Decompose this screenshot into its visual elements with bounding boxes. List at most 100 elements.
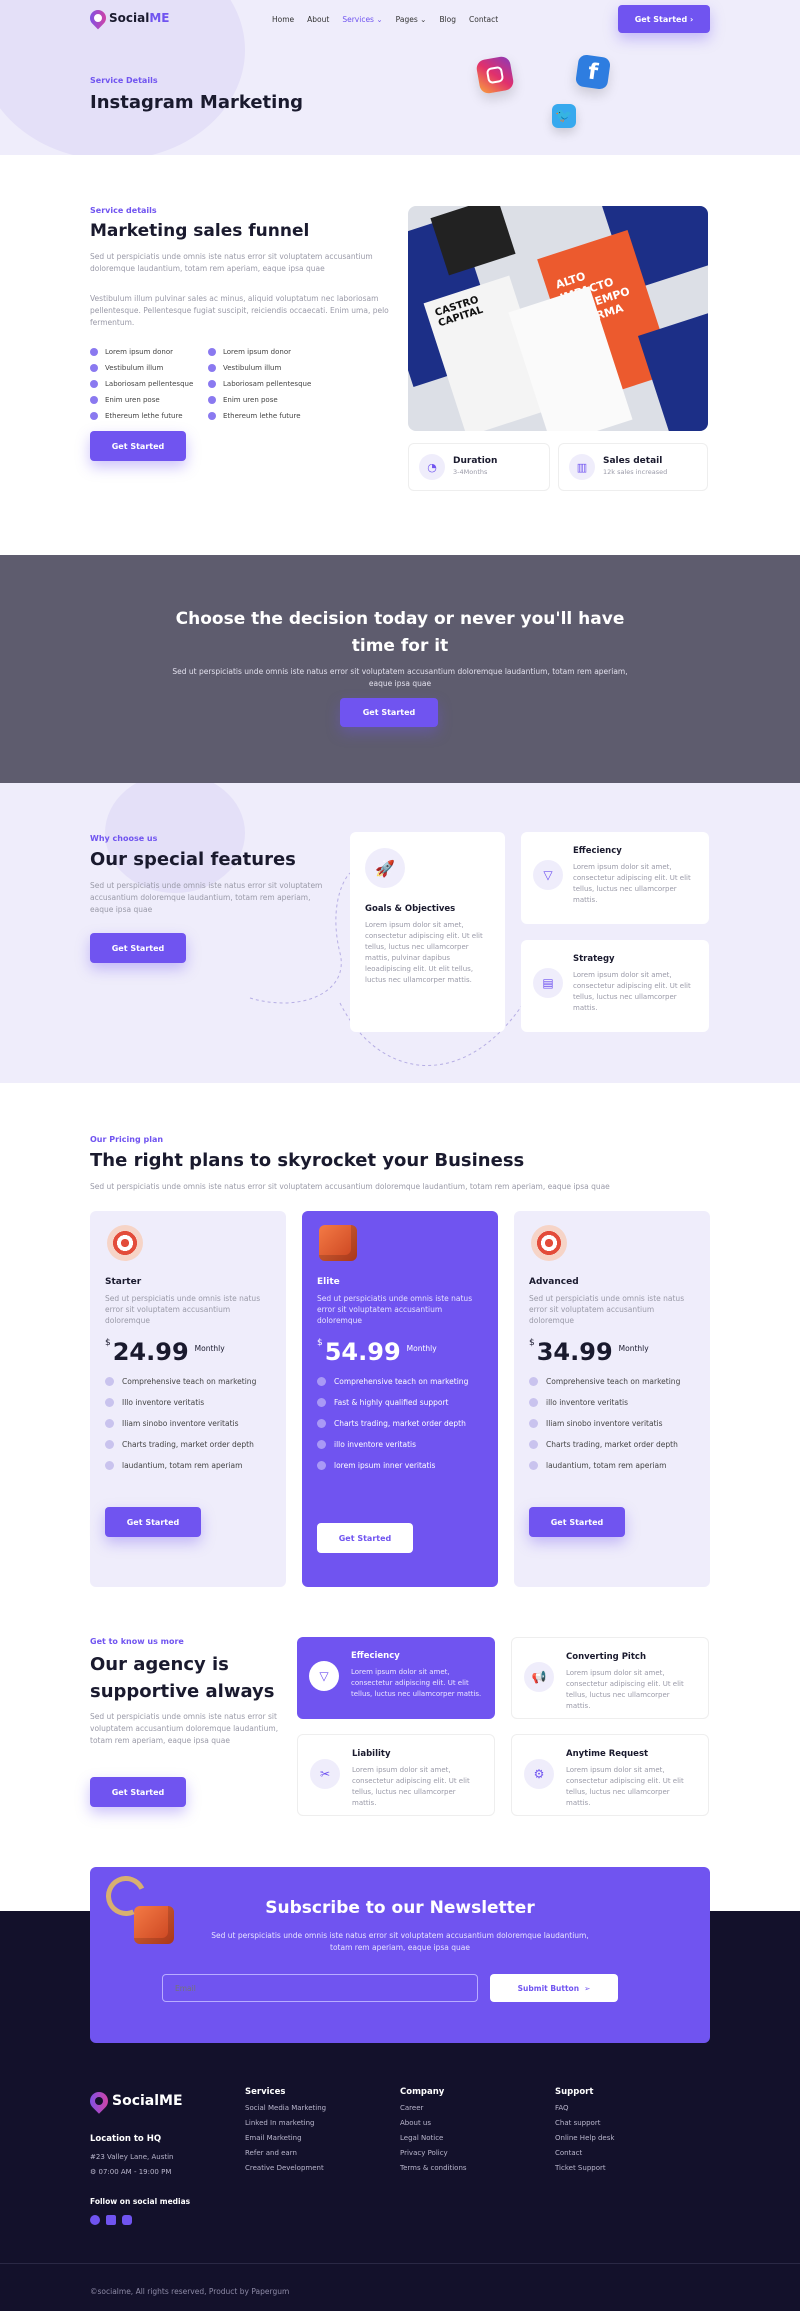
plan-get-started-button[interactable]: Get Started (105, 1507, 201, 1537)
plan-get-started-button[interactable]: Get Started (529, 1507, 625, 1537)
check-icon (90, 348, 98, 356)
footer-link[interactable]: Legal Notice (400, 2134, 467, 2142)
footer-link[interactable]: Creative Development (245, 2164, 326, 2172)
nav-services[interactable]: Services ⌄ (342, 15, 382, 24)
footer-link[interactable]: Refer and earn (245, 2149, 326, 2157)
check-icon (208, 396, 216, 404)
plan-feature-label: Charts trading, market order depth (334, 1419, 466, 1428)
sales-title: Sales detail (603, 456, 663, 466)
footer-link[interactable]: About us (400, 2119, 467, 2127)
list-item-label: Ethereum lethe future (223, 412, 301, 420)
plan-currency: $ (105, 1338, 111, 1348)
check-icon (317, 1419, 326, 1428)
footer-link[interactable]: Online Help desk (555, 2134, 614, 2142)
plan-get-started-button[interactable]: Get Started (317, 1523, 413, 1553)
footer-link[interactable]: Chat support (555, 2119, 614, 2127)
plan-price-value: 34.99 (536, 1338, 613, 1366)
agency-card-liability[interactable]: ✂ Liability Lorem ipsum dolor sit amet, c… (297, 1734, 495, 1816)
plan-feature: illo inventore veritatis (317, 1439, 483, 1450)
check-icon (90, 412, 98, 420)
list-item: Lorem ipsum donor (90, 344, 193, 360)
agency-card-efficiency[interactable]: ▽ Effeciency Lorem ipsum dolor sit amet, … (297, 1637, 495, 1719)
hero-eyebrow: Service Details (90, 76, 158, 85)
plan-currency: $ (317, 1338, 323, 1348)
plan-card-starter: Starter Sed ut perspiciatis unde omnis i… (90, 1211, 286, 1587)
megaphone-icon: 📢 (524, 1662, 554, 1692)
nav-blog[interactable]: Blog (439, 15, 456, 24)
check-icon (317, 1440, 326, 1449)
footer-link[interactable]: FAQ (555, 2104, 614, 2112)
details-get-started-button[interactable]: Get Started (90, 431, 186, 461)
nav-pages[interactable]: Pages ⌄ (396, 15, 427, 24)
footer-link[interactable]: Contact (555, 2149, 614, 2157)
twitter-icon[interactable] (122, 2215, 132, 2225)
logo-pin-icon (86, 2088, 112, 2114)
footer-logo[interactable]: Social ME (86, 2088, 183, 2114)
plan-feature-label: Fast & highly qualified support (334, 1398, 449, 1407)
plan-feature: Fast & highly qualified support (317, 1397, 483, 1408)
check-icon (208, 412, 216, 420)
nav-about[interactable]: About (307, 15, 329, 24)
check-icon (529, 1440, 538, 1449)
document-icon: ▤ (533, 968, 563, 998)
nav-home[interactable]: Home (272, 15, 294, 24)
footer-link[interactable]: Social Media Marketing (245, 2104, 326, 2112)
plan-feature-label: Charts trading, market order depth (546, 1440, 678, 1449)
instagram-icon (475, 55, 515, 95)
decision-get-started-button[interactable]: Get Started (340, 698, 438, 727)
footer-logo-b: ME (159, 2093, 183, 2109)
plan-price: $54.99 Monthly (317, 1338, 483, 1366)
plan-feature: lorem ipsum inner veritatis (317, 1460, 483, 1471)
logo-text-b: ME (149, 11, 170, 25)
duration-card: ◔ Duration 3-4Months (408, 443, 550, 491)
list-item: Ethereum lethe future (208, 408, 311, 424)
header-get-started-button[interactable]: Get Started › (618, 5, 710, 33)
features-text: Sed ut perspiciatis unde omnis iste natu… (90, 881, 323, 914)
list-item: Enim uren pose (208, 392, 311, 408)
check-icon (90, 396, 98, 404)
list-item-label: Lorem ipsum donor (105, 348, 173, 356)
list-item: Enim uren pose (90, 392, 193, 408)
agency-card-text: Lorem ipsum dolor sit amet, consectetur … (352, 1766, 470, 1807)
footer-link[interactable]: Ticket Support (555, 2164, 614, 2172)
agency-get-started-button[interactable]: Get Started (90, 1777, 186, 1807)
features-get-started-button[interactable]: Get Started (90, 933, 186, 963)
details-eyebrow: Service details (90, 206, 157, 215)
linkedin-icon[interactable] (106, 2215, 116, 2225)
duration-title: Duration (453, 456, 498, 466)
plan-feature-label: laudantium, totam rem aperiam (122, 1461, 243, 1470)
chart-icon: ▥ (569, 454, 595, 480)
check-icon (90, 380, 98, 388)
footer-link[interactable]: Terms & conditions (400, 2164, 467, 2172)
footer-location-title: Location to HQ (90, 2134, 162, 2144)
footer-link[interactable]: Linked In marketing (245, 2119, 326, 2127)
footer-link[interactable]: Privacy Policy (400, 2149, 467, 2157)
footer-link[interactable]: Career (400, 2104, 467, 2112)
twitter-icon: 🐦 (552, 104, 576, 128)
plan-feature-label: illo inventore veritatis (546, 1398, 629, 1407)
decision-text: Sed ut perspiciatis unde omnis iste natu… (172, 667, 628, 688)
agency-card-title: Liability (352, 1749, 391, 1759)
logo[interactable]: Social ME (86, 6, 170, 30)
plan-feature: Comprehensive teach on marketing (317, 1376, 483, 1387)
facebook-icon[interactable] (90, 2215, 100, 2225)
pricing-eyebrow: Our Pricing plan (90, 1135, 164, 1144)
footer-address: #23 Valley Lane, Austin (90, 2153, 174, 2161)
plan-feature-label: Comprehensive teach on marketing (546, 1377, 681, 1386)
details-list-b: Lorem ipsum donor Vestibulum illum Labor… (208, 344, 311, 424)
agency-card-converting-pitch[interactable]: 📢 Converting Pitch Lorem ipsum dolor sit … (511, 1637, 709, 1719)
details-image: ALTO IMPACTO EN TIEMPO Y FORMA CASTRO CA… (408, 206, 708, 431)
list-item: Vestibulum illum (208, 360, 311, 376)
strategy-title: Strategy (573, 954, 615, 964)
footer-link[interactable]: Email Marketing (245, 2134, 326, 2142)
list-item: Vestibulum illum (90, 360, 193, 376)
footer-col-services: Services Social Media Marketing Linked I… (245, 2087, 326, 2172)
nav-contact[interactable]: Contact (469, 15, 498, 24)
newsletter-submit-button[interactable]: Submit Button ➢ (490, 1974, 618, 2002)
list-item-label: Lorem ipsum donor (223, 348, 291, 356)
target-icon (107, 1225, 143, 1261)
agency-card-anytime-request[interactable]: ⚙ Anytime Request Lorem ipsum dolor sit a… (511, 1734, 709, 1816)
newsletter-email-input[interactable] (162, 1974, 478, 2002)
footer-hours: ⚙ 07:00 AM - 19:00 PM (90, 2168, 172, 2176)
pricing-title: The right plans to skyrocket your Busine… (90, 1150, 525, 1171)
